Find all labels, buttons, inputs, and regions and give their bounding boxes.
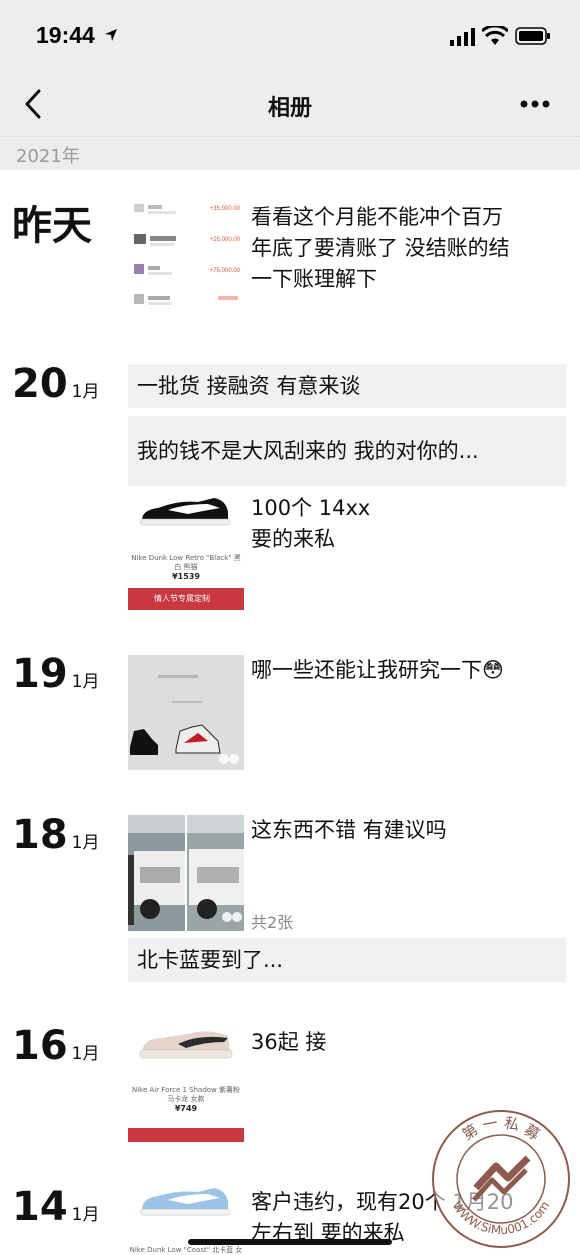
day-number: 19 [12, 651, 68, 697]
location-arrow-icon [105, 29, 117, 41]
post-text-line: 100个 14xx [251, 496, 371, 520]
promo-banner [128, 1128, 244, 1142]
post-text-box[interactable]: 我的钱不是大风刮来的 我的对你的... [128, 416, 566, 486]
month-label: 1月 [71, 672, 100, 692]
product-caption: Nike Dunk Low Retro "Black" 黑白 熊猫 [131, 554, 241, 571]
month-label: 1月 [71, 1044, 100, 1064]
post-text[interactable]: 看看这个月能不能冲个百万 年底了要清账了 没结账的结 一下账理解下 [251, 202, 510, 295]
amount-text: +35,000.00 [210, 206, 241, 212]
post-thumbnail-shoe[interactable]: Nike Air Force 1 Shadow 紫薯粉 马卡龙 女款 ¥749 [128, 1024, 244, 1142]
day-number: 14 [12, 1184, 68, 1230]
post-thumbnail-photo[interactable] [128, 815, 185, 931]
month-label: 1月 [71, 382, 100, 402]
watermark-seal-logo: 第 一 私 募 WWW.SiMu001.com [432, 1110, 570, 1248]
post-date: 昨天 [12, 203, 92, 249]
photo-count-label: 共2张 [251, 913, 294, 932]
post-date: 20 1月 [12, 364, 100, 404]
amount-text: +25,000.00 [210, 237, 241, 243]
post-text[interactable]: 36起 接 [251, 1027, 326, 1058]
product-price: ¥1539 [172, 572, 200, 581]
battery-icon [515, 27, 550, 45]
month-label: 1月 [71, 833, 100, 853]
post-thumbnail-photo[interactable] [128, 655, 244, 770]
status-bar: 19:44 [0, 0, 580, 72]
day-number: 16 [12, 1023, 68, 1069]
wifi-icon [482, 26, 508, 45]
post-text-box[interactable]: 一批货 接融资 有意来谈 [128, 364, 566, 408]
post-text-line: 看看这个月能不能冲个百万 [251, 205, 503, 229]
truck-photo-image [128, 815, 185, 931]
cellular-signal-icon [450, 28, 475, 46]
day-number: 18 [12, 812, 68, 858]
post-thumbnail-shoe[interactable]: Nike Dunk Low Retro "Black" 黑白 熊猫 ¥1539 … [128, 492, 244, 610]
product-price: ¥749 [174, 1104, 198, 1113]
post-text-box[interactable]: 北卡蓝要到了... [128, 938, 566, 982]
sneaker-image [139, 1031, 233, 1059]
post-text-line: 要的来私 [251, 527, 335, 551]
home-indicator[interactable] [188, 1239, 392, 1245]
post-text-line: 一下账理解下 [251, 267, 377, 291]
day-number: 20 [12, 361, 68, 407]
year-label: 2021年 [16, 146, 80, 167]
product-caption: Nike Dunk Low "Coast" 北卡蓝 女款 [129, 1246, 243, 1254]
post-text[interactable]: 这东西不错 有建议吗 [251, 815, 447, 846]
amount-text: +75,000.00 [210, 268, 241, 274]
year-header: 2021年 [0, 137, 580, 170]
post-thumbnail-photo[interactable] [187, 815, 244, 931]
month-label: 1月 [71, 1205, 100, 1225]
post-date: 19 1月 [12, 654, 100, 694]
payment-screenshot-image: +35,000.00 +25,000.00 +75,000.00 [134, 204, 241, 305]
post-date: 16 1月 [12, 1026, 100, 1066]
page-title: 相册 [267, 96, 312, 121]
nav-bar: 相册 [0, 72, 580, 137]
post-text[interactable]: 100个 14xx 要的来私 [251, 493, 370, 555]
sneaker-image [139, 1188, 231, 1216]
post-thumbnail-transfer[interactable]: +35,000.00 +25,000.00 +75,000.00 [128, 196, 244, 316]
truck-photo-image [187, 815, 244, 931]
status-time: 19:44 [36, 22, 95, 48]
post-date: 18 1月 [12, 815, 100, 855]
more-options-icon[interactable] [520, 100, 550, 108]
post-text-line: 年底了要清账了 没结账的结 [251, 236, 510, 260]
sneaker-photo-image [128, 655, 244, 770]
post-date: 14 1月 [12, 1187, 100, 1227]
product-caption: Nike Air Force 1 Shadow 紫薯粉 马卡龙 女款 [131, 1086, 241, 1103]
promo-banner: 情人节专属定制 [128, 588, 244, 610]
post-text[interactable]: 哪一些还能让我研究一下😳 [251, 655, 504, 686]
sneaker-image [139, 498, 231, 526]
